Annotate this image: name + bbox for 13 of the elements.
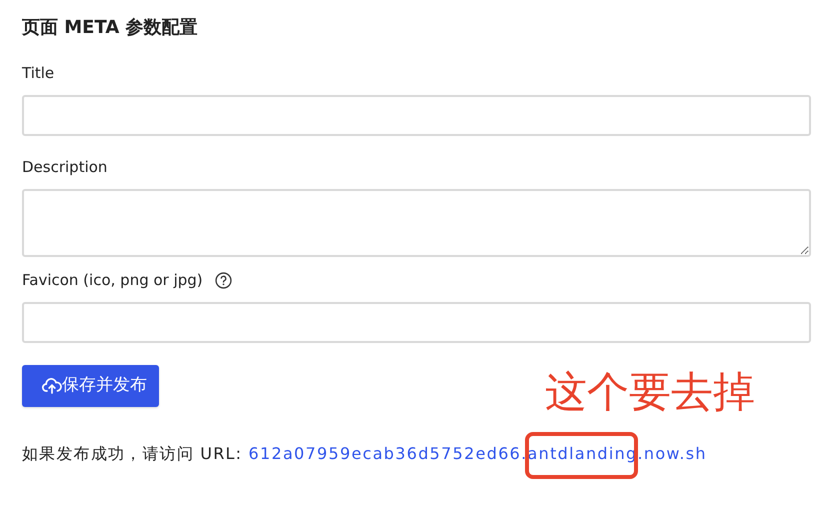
save-publish-button[interactable]: 保存并发布 <box>22 365 159 407</box>
field-label: Title <box>22 63 54 84</box>
help-icon[interactable] <box>214 272 232 288</box>
field-label: Favicon (ico, png or jpg) <box>22 270 203 291</box>
field-label: Description <box>22 157 108 178</box>
page-heading: 页面 META 参数配置 <box>22 16 199 40</box>
text-field[interactable] <box>22 95 811 136</box>
cloud-upload-icon <box>42 377 62 395</box>
description-field[interactable] <box>22 189 811 257</box>
annotation-text: 这个要去掉 <box>545 366 755 418</box>
url-link[interactable]: 612a07959ecab36d5752ed66.antdlanding.now.sh <box>248 444 707 463</box>
publish-result-text: 如果发布成功，请访问 URL: 612a07959ecab36d5752ed66.antdlanding.now.sh <box>22 443 708 465</box>
text-field[interactable] <box>22 302 811 343</box>
